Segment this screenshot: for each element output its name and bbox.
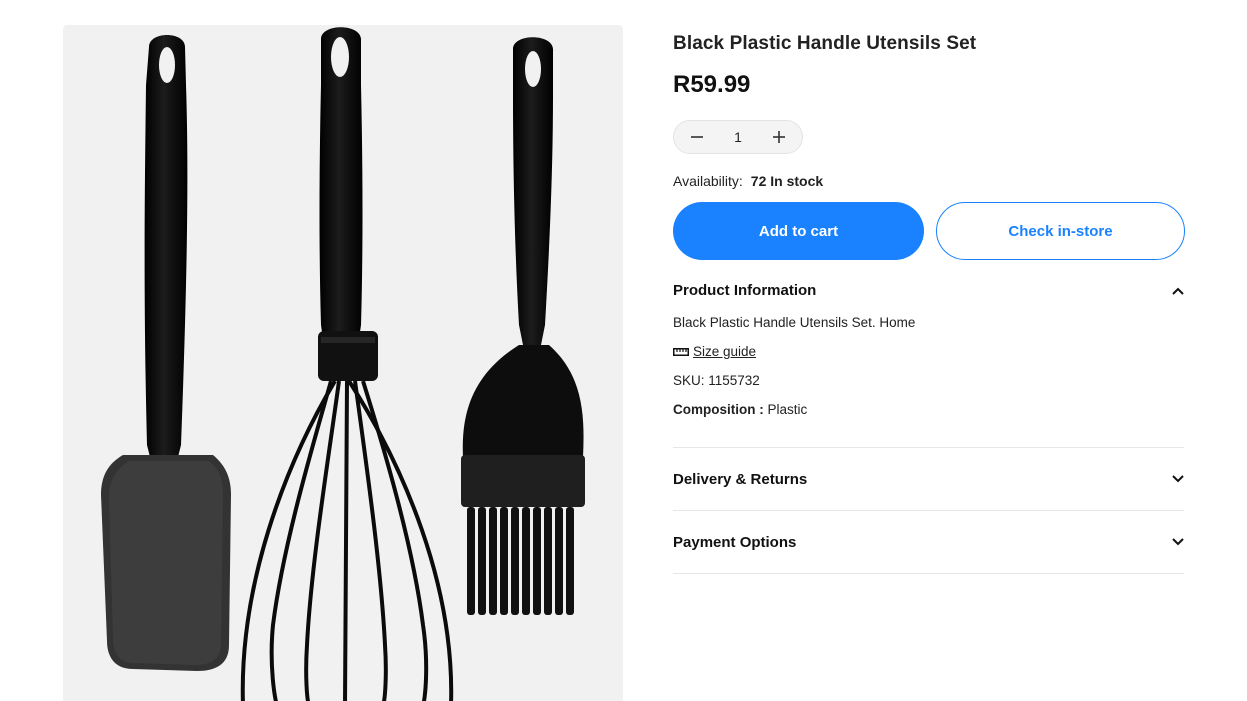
add-to-cart-button[interactable]: Add to cart bbox=[673, 202, 924, 260]
check-in-store-button[interactable]: Check in-store bbox=[936, 202, 1185, 260]
product-price: R59.99 bbox=[673, 71, 751, 98]
product-sku: SKU: 1155732 bbox=[673, 373, 760, 388]
quantity-stepper: 1 bbox=[673, 120, 803, 154]
product-information-section: Product Information Black Plastic Handle… bbox=[673, 282, 1184, 448]
ruler-icon bbox=[673, 348, 689, 356]
brush-graphic bbox=[461, 37, 585, 615]
delivery-returns-title: Delivery & Returns bbox=[673, 470, 808, 488]
product-information-body: Black Plastic Handle Utensils Set. Home … bbox=[673, 313, 1184, 420]
payment-options-section: Payment Options bbox=[673, 511, 1184, 574]
delivery-returns-toggle[interactable]: Delivery & Returns bbox=[673, 471, 1184, 488]
minus-icon bbox=[691, 136, 703, 138]
size-guide-link[interactable]: Size guide bbox=[693, 342, 756, 362]
product-composition: Composition : Plastic bbox=[673, 400, 1184, 420]
availability: Availability: 72 In stock bbox=[673, 171, 1185, 191]
quantity-input[interactable]: 1 bbox=[723, 129, 753, 145]
chevron-down-icon bbox=[1172, 536, 1184, 548]
delivery-returns-section: Delivery & Returns bbox=[673, 448, 1184, 511]
composition-label: Composition : bbox=[673, 402, 764, 417]
product-information-title: Product Information bbox=[673, 282, 817, 299]
decrease-quantity-button[interactable] bbox=[688, 128, 706, 146]
size-guide: Size guide bbox=[673, 342, 1184, 362]
plus-icon bbox=[773, 131, 785, 143]
payment-options-title: Payment Options bbox=[673, 533, 797, 551]
availability-label: Availability: bbox=[673, 173, 743, 189]
increase-quantity-button[interactable] bbox=[770, 128, 788, 146]
composition-value: Plastic bbox=[767, 402, 808, 417]
payment-options-toggle[interactable]: Payment Options bbox=[673, 534, 1184, 551]
whisk-graphic bbox=[240, 27, 454, 701]
action-buttons: Add to cart Check in-store bbox=[673, 202, 1185, 260]
chevron-up-icon bbox=[1172, 285, 1184, 297]
product-image[interactable] bbox=[63, 25, 623, 701]
chevron-down-icon bbox=[1172, 473, 1184, 485]
product-title: Black Plastic Handle Utensils Set bbox=[673, 33, 977, 54]
stock-count: 72 In stock bbox=[750, 173, 824, 189]
product-description: Black Plastic Handle Utensils Set. Home bbox=[673, 315, 916, 330]
product-info-panel: Black Plastic Handle Utensils Set R59.99… bbox=[673, 30, 1185, 574]
product-information-toggle[interactable]: Product Information bbox=[673, 282, 1184, 299]
utensils-illustration bbox=[101, 27, 585, 701]
spatula-graphic bbox=[101, 35, 231, 671]
